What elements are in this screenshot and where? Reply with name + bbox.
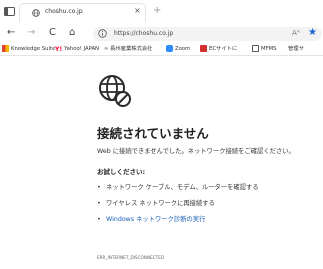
bookmark-knowledge-suite[interactable]: Knowledge Suite xyxy=(2,45,55,54)
new-tab-button[interactable]: + xyxy=(153,5,161,16)
tab-actions-icon[interactable] xyxy=(4,7,15,16)
info-icon[interactable] xyxy=(98,29,107,38)
bookmark-zoom[interactable]: Zoom xyxy=(166,45,190,54)
read-aloud-icon[interactable]: Aᴬ xyxy=(292,29,300,37)
back-button[interactable]: ← xyxy=(7,28,15,38)
url-text: https://choshu.co.jp xyxy=(114,30,174,37)
error-heading: 接続されていません xyxy=(97,126,209,141)
tab-bar: choshu.co.jp × + xyxy=(0,0,323,25)
tab-close-button[interactable]: × xyxy=(134,6,141,15)
knowledge-suite-icon xyxy=(2,45,9,52)
globe-icon xyxy=(32,9,40,17)
yahoo-icon: Y! xyxy=(55,46,63,53)
bookmarks-bar: Knowledge Suite Y! Yahoo! JAPAN ∞ 長州産業株式会… xyxy=(0,43,323,56)
address-field[interactable]: https://choshu.co.jp Aᴬ ★ xyxy=(93,27,322,41)
ec-site-icon xyxy=(200,45,207,52)
bookmark-choshu[interactable]: ∞ 長州産業株式会社 xyxy=(104,45,152,54)
reload-button[interactable]: C xyxy=(49,28,56,38)
bookmark-ec-site[interactable]: ECサイトに xyxy=(200,45,237,54)
zoom-icon xyxy=(166,45,173,52)
bullet-dot: • xyxy=(97,200,101,207)
error-code: ERR_INTERNET_DISCONNECTED xyxy=(97,255,165,260)
bookmark-mfms[interactable]: MFMS xyxy=(252,45,277,54)
try-title: お試しください: xyxy=(97,168,146,176)
globe-disconnected-icon xyxy=(99,75,131,107)
favorite-star-icon[interactable]: ★ xyxy=(308,27,317,38)
browser-tab[interactable]: choshu.co.jp × xyxy=(19,3,146,22)
bullet-dot: • xyxy=(97,216,101,223)
bookmark-admin[interactable]: 管理サ xyxy=(288,45,304,54)
page-icon xyxy=(252,45,259,52)
forward-button[interactable]: → xyxy=(27,28,35,38)
bookmark-yahoo[interactable]: Y! Yahoo! JAPAN xyxy=(55,45,99,54)
error-description: Web に接続できませんでした。ネットワーク接続をご確認ください。 xyxy=(97,148,295,155)
tab-title: choshu.co.jp xyxy=(45,8,83,15)
suggestion-item: • Windows ネットワーク診断の実行 xyxy=(97,214,205,223)
bullet-dot: • xyxy=(97,184,101,191)
address-bar-row: ← → C ⌂ https://choshu.co.jp Aᴬ ★ xyxy=(0,24,323,43)
network-diagnostics-link[interactable]: Windows ネットワーク診断の実行 xyxy=(106,216,205,223)
home-button[interactable]: ⌂ xyxy=(69,28,75,38)
suggestion-item: • ワイヤレス ネットワークに再接続する xyxy=(97,200,215,207)
suggestion-item: • ネットワーク ケーブル、モデム、ルーターを確認する xyxy=(97,184,259,191)
